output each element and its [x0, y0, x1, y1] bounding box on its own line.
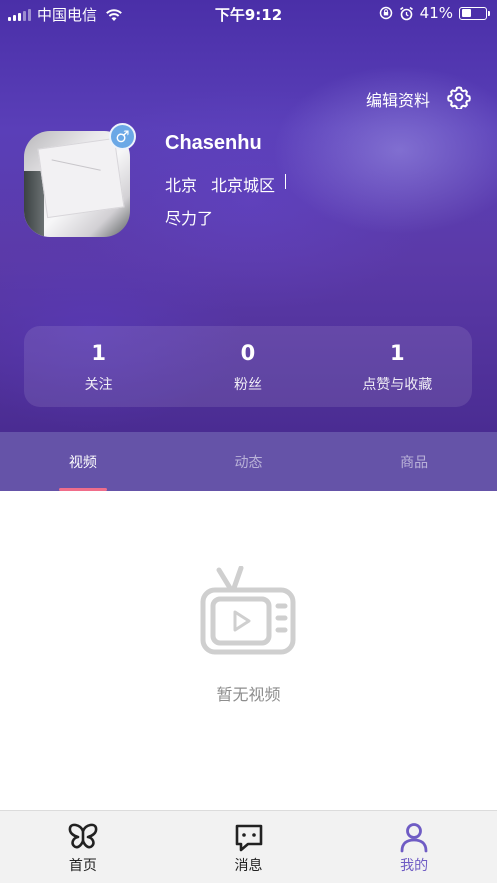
- nav-home[interactable]: 首页: [0, 811, 166, 883]
- empty-state: 暂无视频: [0, 491, 497, 810]
- nav-label: 我的: [400, 858, 429, 874]
- empty-state-text: 暂无视频: [216, 685, 281, 704]
- stat-likes-favorites[interactable]: 1 点赞与收藏: [323, 326, 472, 407]
- stats-panel: 1 关注 0 粉丝 1 点赞与收藏: [24, 326, 472, 407]
- tab-videos[interactable]: 视频: [0, 432, 166, 491]
- tab-posts[interactable]: 动态: [166, 432, 332, 491]
- stat-value: 1: [390, 341, 405, 365]
- alarm-icon: [399, 6, 413, 20]
- stat-following[interactable]: 1 关注: [24, 326, 173, 407]
- edit-profile-button[interactable]: 编辑资料: [366, 87, 430, 111]
- location-district: 北京城区: [211, 176, 276, 195]
- stat-followers[interactable]: 0 粉丝: [173, 326, 322, 407]
- location: 北京 北京城区: [165, 172, 287, 196]
- tv-icon: [200, 566, 296, 655]
- nav-me[interactable]: 我的: [331, 811, 497, 883]
- profile-header: 中国电信 下午9:12 41% 编辑资料 ♂ Chasenhu 北京 北京城区 …: [0, 0, 497, 432]
- stat-label: 关注: [84, 377, 113, 393]
- bio: 尽力了: [165, 209, 214, 228]
- username: Chasenhu: [165, 132, 262, 154]
- message-icon: [235, 824, 262, 852]
- nav-label: 首页: [68, 858, 97, 874]
- male-gender-icon: ♂: [109, 123, 136, 150]
- butterfly-icon: [68, 823, 98, 849]
- nav-messages[interactable]: 消息: [166, 811, 332, 883]
- battery-icon: [459, 6, 490, 20]
- bottom-nav: 首页 消息 我的: [0, 810, 497, 883]
- status-bar: 中国电信 下午9:12 41%: [0, 0, 497, 28]
- stat-value: 1: [91, 341, 106, 365]
- location-city: 北京: [165, 176, 198, 195]
- rotation-lock-icon: [379, 6, 392, 20]
- stat-label: 点赞与收藏: [362, 377, 433, 393]
- battery-percent: 41%: [419, 4, 453, 22]
- stat-value: 0: [240, 341, 256, 365]
- tab-products[interactable]: 商品: [331, 432, 497, 491]
- user-icon: [400, 823, 428, 853]
- gear-icon[interactable]: [447, 85, 471, 109]
- location-divider: [285, 174, 287, 189]
- nav-label: 消息: [234, 858, 263, 874]
- stat-label: 粉丝: [233, 377, 262, 393]
- content-tabs: 视频 动态 商品: [0, 432, 497, 491]
